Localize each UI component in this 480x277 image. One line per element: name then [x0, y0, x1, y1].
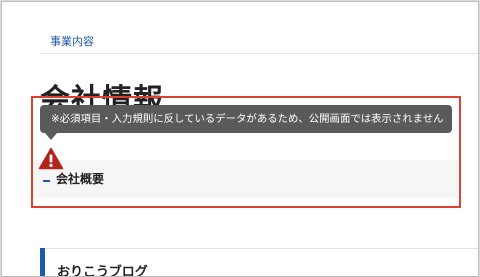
warning-icon[interactable]: [38, 147, 64, 170]
breadcrumb-link[interactable]: 事業内容: [50, 33, 94, 49]
validation-tooltip: ※必須項目・入力規則に反しているデータがあるため、公開画面では表示されません: [40, 105, 452, 133]
tooltip-arrow: [45, 133, 57, 140]
blog-accent-bar: [40, 248, 45, 276]
breadcrumb-divider: [40, 53, 478, 54]
page-frame: 事業内容 会社情報 会社概要 ※必須項目・入力規則に反しているデータがあるため、…: [1, 1, 479, 277]
blog-title: おりこうブログ: [57, 265, 148, 277]
